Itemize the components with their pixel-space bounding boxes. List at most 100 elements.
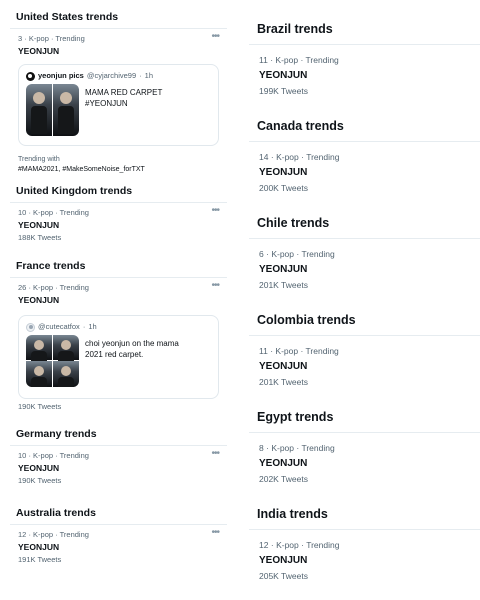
meta-separator: ·: [82, 322, 86, 331]
tweet-count: 201K Tweets: [259, 377, 308, 387]
more-dots-icon[interactable]: •••: [211, 448, 219, 459]
tweet-count: 191K Tweets: [18, 555, 62, 564]
trend-status: Trending: [59, 530, 89, 539]
meta-separator: ·: [301, 540, 304, 550]
trend-status: Trending: [306, 152, 340, 162]
trend-meta: 14 · K-pop · Trending: [259, 150, 470, 164]
tweet-count: 201K Tweets: [259, 280, 308, 290]
tweet-text-line: 2021 red carpet.: [85, 350, 144, 359]
trend-status: Trending: [59, 283, 89, 292]
embedded-tweet-card[interactable]: @cutecatfox · 1h choi yeonjun on the mam…: [18, 315, 219, 399]
tweet-text: MAMA RED CARPET #YEONJUN: [85, 84, 162, 136]
trend-item[interactable]: 12 · K-pop · Trending YEONJUN 205K Tweet…: [249, 530, 480, 596]
photo-thumbnail: [26, 361, 52, 387]
trend-item[interactable]: 8 · K-pop · Trending YEONJUN 202K Tweets: [249, 433, 480, 499]
tweet-count: 205K Tweets: [259, 571, 308, 581]
avatar: [26, 322, 35, 332]
trend-meta: 3 · K-pop · Trending: [18, 33, 219, 44]
meta-separator: ·: [270, 540, 274, 550]
trend-rank: 14: [259, 152, 269, 162]
section-egypt: Egypt trends 8 · K-pop · Trending YEONJU…: [249, 402, 480, 499]
meta-separator: ·: [55, 530, 58, 539]
trend-status: Trending: [305, 55, 339, 65]
trend-rank: 12: [259, 540, 269, 550]
trend-rank: 3: [18, 34, 23, 43]
section-title: Egypt trends: [257, 410, 334, 424]
trend-meta: 12 · K-pop · Trending: [18, 529, 219, 540]
meta-separator: ·: [296, 443, 300, 453]
meta-separator: ·: [266, 249, 269, 259]
section-australia: Australia trends 12 · K-pop · Trending •…: [10, 502, 227, 575]
tweet-count: 190K Tweets: [18, 402, 62, 411]
more-dots-icon[interactable]: •••: [211, 31, 219, 42]
tweet-time: 1h: [144, 71, 153, 80]
section-united-kingdom: United Kingdom trends 10 · K-pop · Trend…: [10, 180, 227, 255]
section-title: France trends: [16, 260, 86, 272]
trend-rank: 10: [18, 208, 27, 217]
trend-category: K-pop: [33, 451, 54, 460]
meta-separator: ·: [55, 451, 58, 460]
trend-item[interactable]: 3 · K-pop · Trending ••• YEONJUN yeonjun…: [10, 29, 227, 175]
photo-thumbnail: [26, 84, 52, 136]
tweet-header: @cutecatfox · 1h: [26, 321, 211, 333]
trend-category: K-pop: [275, 55, 299, 65]
trend-rank: 26: [18, 283, 27, 292]
avatar: [26, 71, 35, 81]
trend-category: K-pop: [33, 530, 54, 539]
tweet-text-line: choi yeonjun on the mama: [85, 339, 179, 348]
trend-status: Trending: [305, 346, 339, 356]
trend-meta: 10 · K-pop · Trending: [18, 450, 219, 461]
tweet-count: 202K Tweets: [259, 474, 308, 484]
trend-rank: 11: [259, 346, 268, 356]
trend-rank: 10: [18, 451, 27, 460]
trend-name: YEONJUN: [259, 264, 308, 275]
trend-item[interactable]: 6 · K-pop · Trending YEONJUN 201K Tweets: [249, 239, 480, 305]
trend-meta: 12 · K-pop · Trending: [259, 538, 470, 552]
section-france: France trends 26 · K-pop · Trending ••• …: [10, 255, 227, 421]
trend-name: YEONJUN: [18, 542, 60, 552]
trending-with-tags[interactable]: #MAMA2021, #MakeSomeNoise_forTXT: [18, 165, 219, 175]
tweet-media[interactable]: [26, 84, 79, 136]
tweet-count: 188K Tweets: [18, 233, 62, 242]
tweet-media[interactable]: [26, 335, 79, 387]
trend-meta: 11 · K-pop · Trending: [259, 344, 470, 358]
trend-name: YEONJUN: [18, 295, 60, 305]
tweet-text-line: MAMA RED CARPET: [85, 88, 163, 97]
meta-separator: ·: [270, 346, 274, 356]
trend-name: YEONJUN: [259, 361, 308, 372]
right-column: Brazil trends 11 · K-pop · Trending YEON…: [249, 0, 480, 596]
section-title: Canada trends: [257, 119, 344, 133]
trend-category: K-pop: [271, 249, 295, 259]
trend-category: K-pop: [275, 346, 299, 356]
more-dots-icon[interactable]: •••: [211, 527, 219, 538]
trend-item[interactable]: 12 · K-pop · Trending ••• YEONJUN 191K T…: [10, 525, 227, 575]
meta-separator: ·: [28, 530, 31, 539]
trend-category: K-pop: [276, 152, 299, 162]
more-dots-icon[interactable]: •••: [211, 280, 219, 291]
meta-separator: ·: [270, 152, 274, 162]
section-canada: Canada trends 14 · K-pop · Trending YEON…: [249, 111, 480, 208]
meta-separator: ·: [24, 34, 27, 43]
section-colombia: Colombia trends 11 · K-pop · Trending YE…: [249, 305, 480, 402]
trend-item[interactable]: 11 · K-pop · Trending YEONJUN 199K Tweet…: [249, 45, 480, 111]
trend-item[interactable]: 11 · K-pop · Trending YEONJUN 201K Tweet…: [249, 336, 480, 402]
more-dots-icon[interactable]: •••: [211, 205, 219, 216]
section-title: Brazil trends: [257, 22, 333, 36]
trend-item[interactable]: 14 · K-pop · Trending YEONJUN 200K Tweet…: [249, 142, 480, 208]
section-title: Chile trends: [257, 216, 330, 230]
tweet-handle: @cutecatfox: [38, 322, 80, 331]
meta-separator: ·: [139, 71, 142, 80]
trend-status: Trending: [306, 540, 340, 550]
tweet-count: 200K Tweets: [259, 183, 308, 193]
trend-item[interactable]: 10 · K-pop · Trending ••• YEONJUN 188K T…: [10, 203, 227, 255]
meta-separator: ·: [55, 208, 58, 217]
trend-item[interactable]: 26 · K-pop · Trending ••• YEONJUN @cutec…: [10, 278, 227, 421]
embedded-tweet-card[interactable]: yeonjun pics @cyjarchive99 · 1h MAMA RED…: [18, 64, 219, 146]
meta-separator: ·: [28, 283, 31, 292]
section-brazil: Brazil trends 11 · K-pop · Trending YEON…: [249, 14, 480, 111]
trend-item[interactable]: 10 · K-pop · Trending ••• YEONJUN 190K T…: [10, 446, 227, 502]
section-title: Colombia trends: [257, 313, 356, 327]
section-title: Germany trends: [16, 428, 97, 440]
tweet-time: 1h: [88, 322, 97, 331]
meta-separator: ·: [28, 451, 31, 460]
